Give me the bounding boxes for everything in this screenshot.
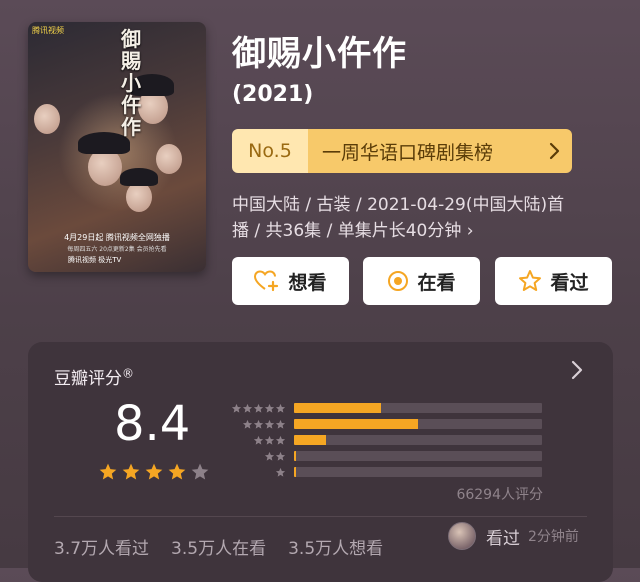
- distribution-row: [224, 400, 542, 416]
- distribution-stars-icon: [224, 419, 286, 430]
- chevron-right-icon: [536, 129, 572, 173]
- rating-stars: [98, 462, 210, 486]
- rating-card: 豆瓣评分® 8.4 66294人评分 3.7万人看过 3.5万人在看 3.5万人…: [28, 342, 613, 582]
- poster-date: 4月29日起 腾讯视频全网独播: [64, 233, 170, 242]
- distribution-row: [224, 416, 542, 432]
- star-icon: [144, 462, 164, 486]
- distribution-track: [294, 435, 542, 445]
- poster-hat: [120, 168, 158, 186]
- ranking-banner[interactable]: No.5 一周华语口碑剧集榜: [232, 129, 572, 173]
- friend-activity[interactable]: 看过 2分钟前: [448, 522, 579, 550]
- rating-score: 8.4: [114, 396, 191, 452]
- stat-watching[interactable]: 3.5万人在看: [171, 534, 266, 559]
- show-year: (2021): [232, 82, 314, 107]
- poster-face: [156, 144, 182, 174]
- ranking-name: 一周华语口碑剧集榜: [308, 129, 536, 173]
- stat-want[interactable]: 3.5万人想看: [288, 534, 383, 559]
- target-icon: [387, 270, 409, 292]
- distribution-bar: [294, 467, 296, 477]
- poster-brand: 腾讯视频: [32, 26, 64, 35]
- want-button[interactable]: 想看: [232, 257, 349, 305]
- distribution-stars-icon: [224, 451, 286, 462]
- rating-stats: 3.7万人看过 3.5万人在看 3.5万人想看: [54, 534, 383, 559]
- rating-label-text: 豆瓣评分: [54, 369, 122, 389]
- friend-action: 看过: [486, 528, 520, 549]
- distribution-bar: [294, 435, 327, 445]
- page-title: 御赐小仵作: [232, 34, 407, 74]
- distribution-stars-icon: [224, 435, 286, 446]
- show-meta[interactable]: 中国大陆 / 古装 / 2021-04-29(中国大陆)首 播 / 共36集 /…: [232, 192, 612, 244]
- distribution-track: [294, 403, 542, 413]
- stat-watched[interactable]: 3.7万人看过: [54, 534, 149, 559]
- poster-logos: 腾讯视频 极光TV: [68, 256, 122, 264]
- watching-button[interactable]: 在看: [363, 257, 480, 305]
- avatar[interactable]: [448, 522, 476, 550]
- chevron-right-icon[interactable]: [571, 360, 583, 386]
- distribution-row: [224, 464, 542, 480]
- distribution-row: [224, 448, 542, 464]
- poster-image[interactable]: 腾讯视频 御賜小仵作 4月29日起 腾讯视频全网独播 每周四五六 20点更新2集…: [28, 22, 206, 272]
- meta-line-1: 中国大陆 / 古装 / 2021-04-29(中国大陆)首: [232, 195, 565, 215]
- distribution-track: [294, 419, 542, 429]
- rating-distribution: [224, 400, 542, 480]
- distribution-row: [224, 432, 542, 448]
- friend-time: 2分钟前: [528, 529, 579, 545]
- star-icon: [121, 462, 141, 486]
- star-icon: [190, 462, 210, 486]
- distribution-stars-icon: [224, 467, 286, 478]
- meta-line-2: 播 / 共36集 / 单集片长40分钟: [232, 221, 462, 241]
- distribution-track: [294, 451, 542, 461]
- rating-count: 66294人评分: [456, 487, 543, 503]
- distribution-bar: [294, 419, 418, 429]
- star-outline-icon: [518, 269, 542, 293]
- watched-label: 看过: [550, 271, 589, 294]
- divider: [54, 516, 587, 517]
- watching-label: 在看: [417, 271, 456, 294]
- poster-title: 御賜小仵作: [121, 27, 141, 139]
- poster-face: [126, 182, 152, 212]
- distribution-stars-icon: [224, 403, 286, 414]
- poster-face: [34, 104, 60, 134]
- distribution-bar: [294, 451, 297, 461]
- poster-subline: 每周四五六 20点更新2集 会员抢先看: [67, 246, 167, 253]
- watched-button[interactable]: 看过: [495, 257, 612, 305]
- meta-more-icon[interactable]: ›: [467, 221, 474, 241]
- heart-plus-icon: [254, 270, 280, 292]
- ranking-number: No.5: [232, 129, 308, 173]
- rating-label[interactable]: 豆瓣评分®: [54, 364, 134, 389]
- star-icon: [98, 462, 118, 486]
- star-icon: [167, 462, 187, 486]
- want-label: 想看: [288, 271, 327, 294]
- distribution-track: [294, 467, 542, 477]
- distribution-bar: [294, 403, 381, 413]
- registered-mark: ®: [122, 366, 134, 381]
